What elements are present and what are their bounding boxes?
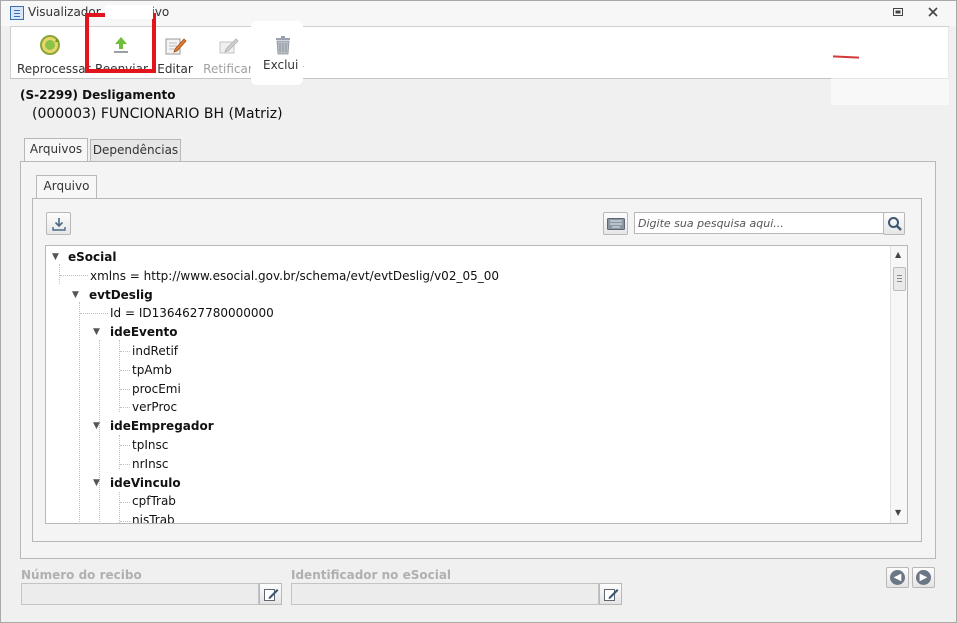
restore-icon[interactable]	[891, 6, 905, 20]
rectify-icon	[216, 33, 240, 57]
tree-leaf[interactable]: indRetif	[132, 342, 178, 360]
reprocess-icon	[38, 33, 62, 57]
collapse-icon[interactable]: ▼	[93, 323, 100, 341]
redaction-patch	[348, 49, 355, 56]
collapse-icon[interactable]: ▼	[52, 248, 59, 266]
scroll-up-icon[interactable]: ▲	[895, 250, 901, 259]
tree-leaf[interactable]: tpAmb	[132, 361, 172, 379]
tree-connector	[119, 492, 120, 523]
redaction-patch	[831, 27, 949, 105]
tree-attribute[interactable]: Id = ID1364627780000000	[110, 304, 274, 322]
tree-attribute[interactable]: xmlns = http://www.esocial.gov.br/schema…	[90, 267, 499, 285]
rectify-button[interactable]: Retificar	[203, 31, 253, 77]
edit-receipt-button[interactable]	[259, 583, 282, 605]
download-button[interactable]	[46, 212, 71, 235]
tree-node[interactable]: evtDeslig	[89, 286, 153, 304]
tree-leaf[interactable]: nrInsc	[132, 455, 169, 473]
delete-button-label: Excluir	[263, 58, 299, 72]
scroll-down-icon[interactable]: ▼	[895, 508, 901, 517]
edit-icon	[263, 586, 279, 605]
redaction-patch	[412, 55, 419, 62]
previous-button[interactable]: ◀	[886, 567, 909, 588]
tree-leaf[interactable]: verProc	[132, 398, 177, 416]
tab-dependencias[interactable]: Dependências	[90, 139, 181, 162]
search-input[interactable]	[634, 212, 884, 234]
receipt-label: Número do recibo	[21, 568, 142, 582]
tree-connector	[120, 502, 130, 503]
arrow-left-icon: ◀	[890, 570, 905, 585]
tree-leaf[interactable]: tpInsc	[132, 436, 168, 454]
tree-connector	[120, 445, 130, 446]
tree-node[interactable]: ideVinculo	[110, 474, 181, 492]
search-button[interactable]	[883, 212, 905, 235]
tree-connector	[120, 521, 130, 522]
edit-esocial-id-button[interactable]	[599, 583, 622, 605]
keyboard-button[interactable]	[603, 212, 628, 235]
event-code: (S-2299) Desligamento	[20, 88, 176, 102]
collapse-icon[interactable]: ▼	[72, 286, 79, 304]
tree-leaf[interactable]: nisTrab	[132, 511, 175, 523]
tree-connector	[80, 313, 108, 314]
edit-button[interactable]: Editar	[157, 31, 193, 77]
search-icon	[887, 216, 903, 235]
tree-connector	[79, 302, 80, 522]
esocial-id-label: Identificador no eSocial	[291, 568, 452, 582]
tree-connector	[120, 464, 130, 465]
tab-arquivos[interactable]: Arquivos	[24, 138, 88, 162]
close-icon[interactable]	[926, 6, 940, 20]
employer-label: (000003) FUNCIONARIO BH (Matriz)	[32, 106, 283, 122]
tree-connector	[120, 370, 130, 371]
reprocess-button[interactable]: Reprocessar	[17, 31, 91, 77]
trash-icon	[271, 33, 295, 60]
tab-arquivo[interactable]: Arquivo	[36, 175, 97, 199]
scroll-thumb[interactable]	[893, 267, 906, 291]
keyboard-icon	[607, 218, 625, 233]
edit-icon	[163, 33, 187, 57]
esocial-id-field	[291, 583, 599, 605]
tree-leaf[interactable]: cpfTrab	[132, 492, 176, 510]
tree-node[interactable]: eSocial	[68, 248, 116, 266]
tree-connector	[59, 264, 60, 284]
download-icon	[51, 216, 67, 235]
tree-connector	[60, 275, 88, 276]
receipt-field	[21, 583, 259, 605]
file-viewer-window: Visualizador de Arquivo Reprocessar Reen…	[0, 0, 957, 623]
tree-connector	[120, 407, 130, 408]
edit-icon	[603, 586, 619, 605]
tree-node[interactable]: ideEvento	[110, 323, 178, 341]
highlight-box	[85, 13, 156, 73]
tree-leaf[interactable]: procEmi	[132, 380, 181, 398]
arrow-right-icon: ▶	[916, 570, 931, 585]
tree-connector	[120, 351, 130, 352]
xml-tree[interactable]: ▼ eSocial xmlns = http://www.esocial.gov…	[45, 245, 908, 524]
redaction-patch	[105, 5, 153, 19]
app-icon	[10, 6, 24, 20]
tree-scrollbar[interactable]: ▲ ▼	[890, 246, 907, 523]
tree-connector	[120, 389, 130, 390]
collapse-icon[interactable]: ▼	[93, 474, 100, 492]
tree-node[interactable]: ideEmpregador	[110, 417, 214, 435]
collapse-icon[interactable]: ▼	[93, 417, 100, 435]
next-button[interactable]: ▶	[912, 567, 935, 588]
